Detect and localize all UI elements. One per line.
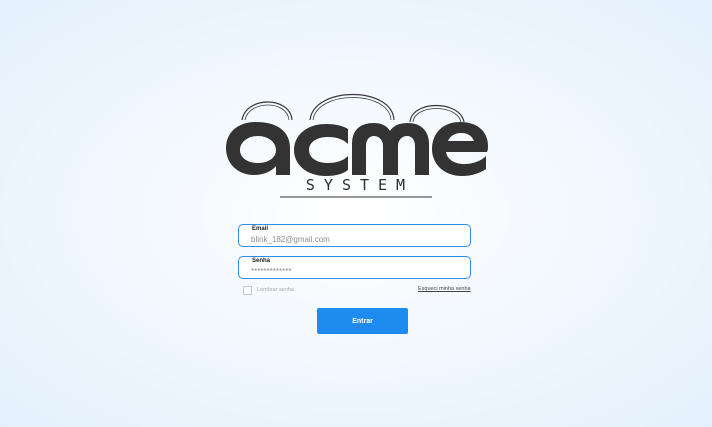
forgot-password-link[interactable]: Esqueci minha senha: [418, 286, 471, 292]
login-button[interactable]: Entrar: [317, 308, 408, 334]
password-label: Senha: [252, 258, 271, 264]
email-label: Email: [252, 226, 269, 232]
remember-option[interactable]: Lembrar senha: [243, 285, 294, 295]
logo-subtitle: SYSTEM: [305, 176, 415, 194]
acme-logo: SYSTEM: [222, 86, 490, 202]
password-field[interactable]: Senha: [238, 256, 471, 279]
remember-label: Lembrar senha: [257, 287, 294, 293]
password-input[interactable]: [251, 266, 456, 277]
remember-checkbox[interactable]: [243, 285, 252, 295]
email-input[interactable]: [251, 234, 456, 245]
email-field[interactable]: Email: [238, 224, 471, 247]
